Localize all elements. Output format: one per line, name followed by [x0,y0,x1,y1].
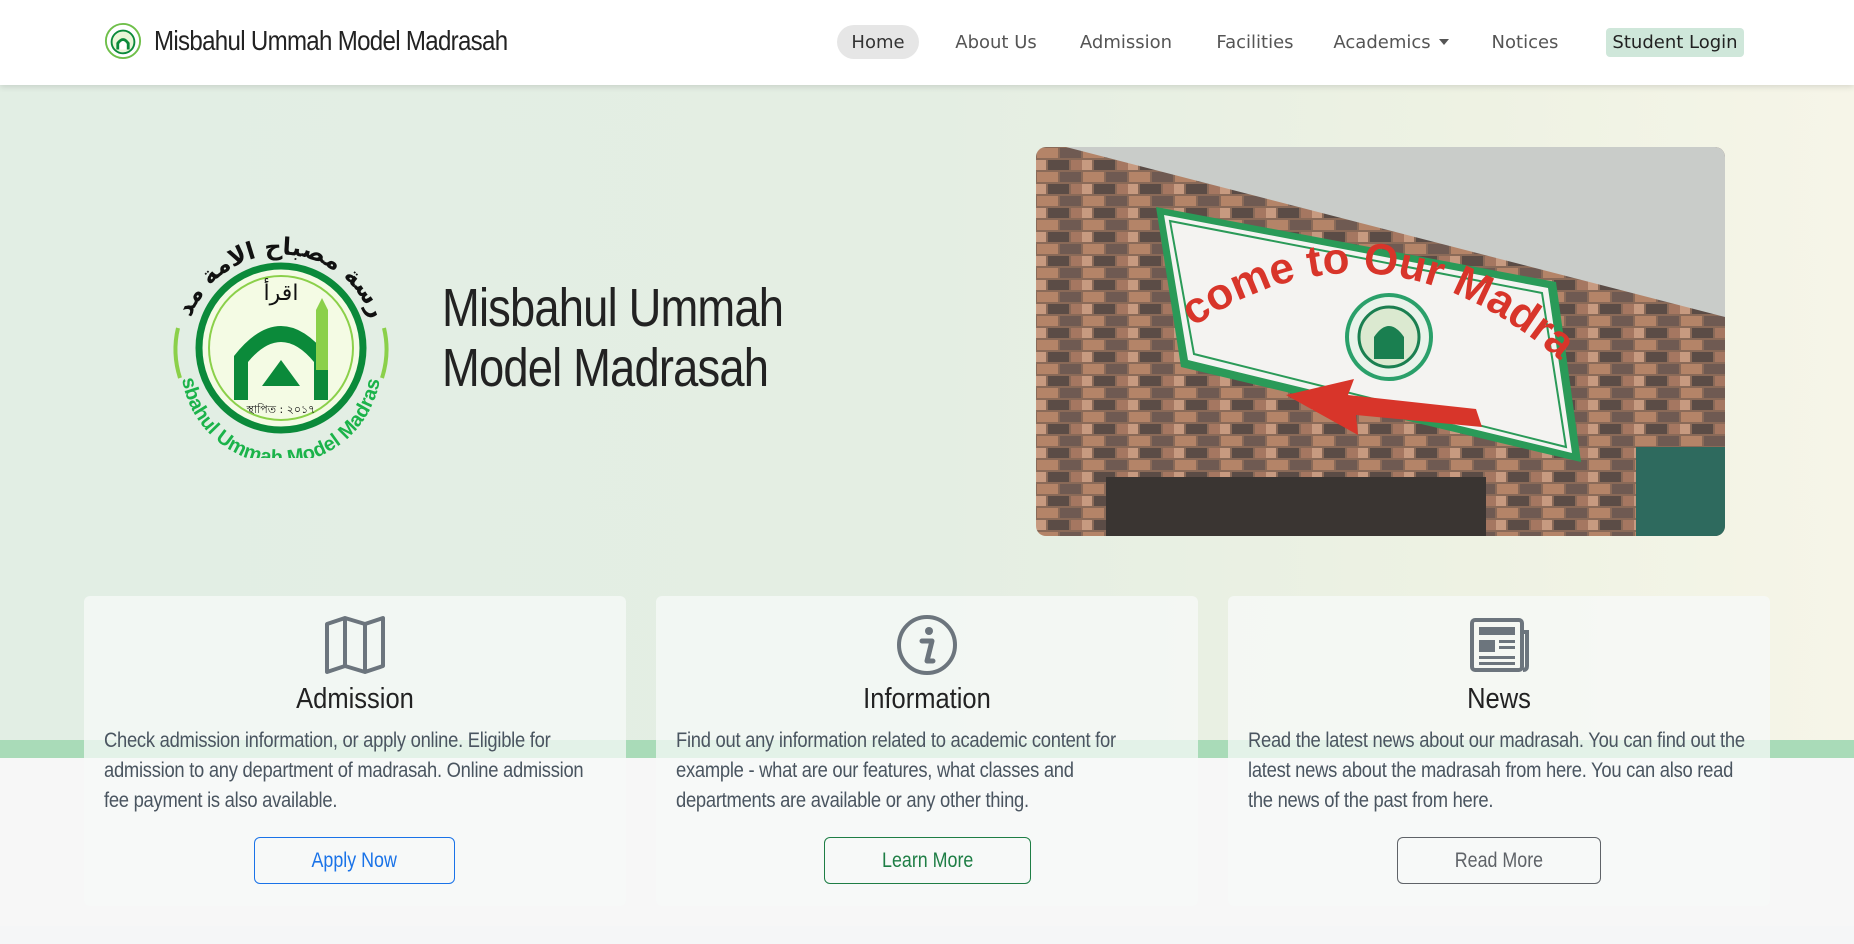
hero-title-line-2: Model Madrasah [442,338,769,398]
card-title: News [1467,683,1531,715]
card-title: Information [863,683,991,715]
nav-academics-label: Academics [1333,31,1431,53]
emblem-established-text: স্থাপিত : ২০১৭ [246,403,316,416]
student-login-button[interactable]: Student Login [1606,28,1744,57]
card-text: Read the latest news about our madrasah.… [1248,729,1745,812]
top-navbar: Misbahul Ummah Model Madrasah Home About… [0,0,1854,85]
learn-more-label: Learn More [881,848,974,872]
nav-facilities[interactable]: Facilities [1212,25,1298,59]
map-icon [325,616,385,674]
nav-admission[interactable]: Admission [1078,25,1174,59]
card-text: Check admission information, or apply on… [104,729,584,812]
learn-more-button[interactable]: Learn More [824,837,1031,884]
read-more-button[interactable]: Read More [1397,837,1601,884]
caret-down-icon [1438,39,1449,45]
apply-now-button[interactable]: Apply Now [254,837,455,884]
card-text: Find out any information related to acad… [676,729,1116,812]
madrasah-logo-icon [104,22,142,60]
info-icon [897,615,957,675]
welcome-sign-photo: Welcome to Our Madrasah [1036,147,1725,536]
madrasah-emblem-logo: مدرسة مصباح الامة مديل اقرأ স্থাপিত : ২০… [168,228,392,458]
apply-now-label: Apply Now [311,848,398,872]
newspaper-icon [1470,618,1529,672]
card-title: Admission [296,683,414,715]
nav-academics-dropdown[interactable]: Academics [1333,25,1449,59]
emblem-iqra-text: اقرأ [264,278,299,306]
admission-card: Admission Check admission information, o… [84,596,626,906]
brand-link[interactable]: Misbahul Ummah Model Madrasah [104,22,565,60]
hero-title-line-1: Misbahul Ummah [442,278,784,338]
nav-about-us[interactable]: About Us [950,25,1042,59]
hero-title: Misbahul Ummah Model Madrasah [442,278,784,398]
read-more-label: Read More [1454,848,1544,872]
news-card: News Read the latest news about our madr… [1228,596,1770,906]
information-card: Information Find out any information rel… [656,596,1198,906]
nav-notices[interactable]: Notices [1488,25,1562,59]
brand-name: Misbahul Ummah Model Madrasah [154,25,508,56]
nav-home[interactable]: Home [837,25,919,59]
